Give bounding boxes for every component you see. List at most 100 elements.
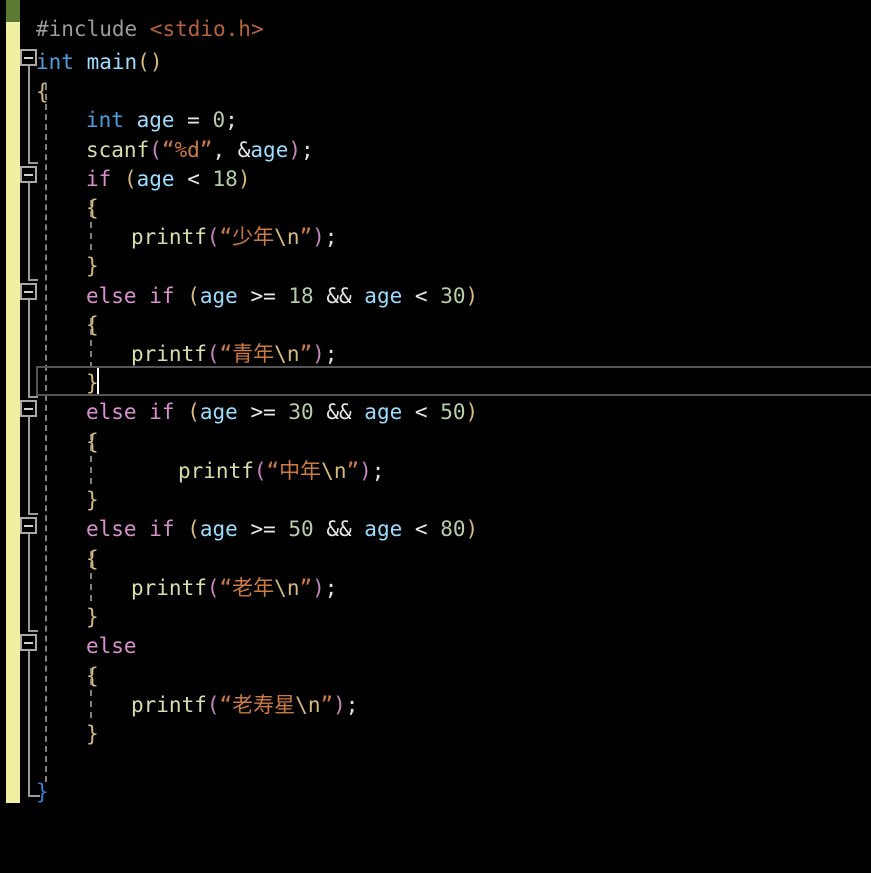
code-text-area[interactable]: #include <stdio.h> int main(){int age = 0… bbox=[0, 0, 871, 873]
code-token: ) bbox=[359, 459, 372, 483]
code-token: scanf bbox=[86, 138, 150, 162]
code-token: 0 bbox=[212, 108, 226, 132]
code-line[interactable]: { bbox=[86, 310, 99, 340]
code-token: ( bbox=[187, 517, 200, 541]
code-token: if bbox=[149, 517, 175, 541]
code-line[interactable]: { bbox=[86, 193, 99, 223]
code-line[interactable]: else if (age >= 18 && age < 30) bbox=[86, 281, 478, 311]
code-line[interactable]: } bbox=[86, 485, 99, 515]
code-token: } bbox=[86, 722, 99, 746]
code-line[interactable]: #include <stdio.h> bbox=[36, 14, 264, 44]
code-token: 18 bbox=[288, 284, 314, 308]
code-token: } bbox=[86, 254, 99, 278]
code-token: ; bbox=[324, 225, 338, 249]
code-token: < bbox=[414, 517, 428, 541]
code-token: ) bbox=[312, 225, 325, 249]
code-token: age bbox=[136, 167, 175, 191]
code-token: \n bbox=[274, 576, 300, 600]
code-token: int bbox=[86, 108, 124, 132]
code-token: “老年 bbox=[219, 576, 275, 600]
code-line[interactable]: int age = 0; bbox=[86, 105, 238, 135]
code-token: if bbox=[86, 167, 112, 191]
code-line[interactable]: { bbox=[86, 661, 99, 691]
code-token: printf bbox=[131, 225, 207, 249]
code-token: >= bbox=[250, 400, 276, 424]
code-token: #include bbox=[36, 17, 150, 41]
code-token: ” bbox=[299, 342, 313, 366]
text-caret bbox=[97, 368, 99, 394]
code-token: = bbox=[174, 108, 213, 132]
code-line[interactable]: } bbox=[86, 251, 99, 281]
code-token: else bbox=[86, 284, 137, 308]
code-line[interactable]: printf(“少年\n”); bbox=[131, 222, 337, 252]
code-token: 30 bbox=[440, 284, 466, 308]
code-line[interactable]: printf(“老寿星\n”); bbox=[131, 690, 358, 720]
code-line[interactable]: { bbox=[36, 77, 49, 107]
code-token: \n bbox=[274, 342, 300, 366]
code-line[interactable]: } bbox=[86, 719, 99, 749]
code-token: , bbox=[212, 138, 238, 162]
code-token: 30 bbox=[288, 400, 314, 424]
code-token: ; bbox=[371, 459, 385, 483]
code-token: if bbox=[149, 400, 175, 424]
code-line[interactable]: printf(“中年\n”); bbox=[178, 456, 384, 486]
code-line[interactable]: if (age < 18) bbox=[86, 164, 250, 194]
code-token: && bbox=[326, 284, 352, 308]
code-token: { bbox=[86, 430, 99, 454]
code-line[interactable]: else if (age >= 30 && age < 50) bbox=[86, 397, 478, 427]
code-token: { bbox=[86, 547, 99, 571]
code-token: ( bbox=[206, 342, 220, 366]
code-token: ( bbox=[206, 225, 220, 249]
code-token: } bbox=[36, 780, 49, 804]
code-token: if bbox=[149, 284, 175, 308]
code-token: <stdio.h> bbox=[149, 17, 264, 41]
code-token: age bbox=[136, 108, 175, 132]
code-token: ) bbox=[465, 400, 479, 424]
code-token: age bbox=[364, 400, 403, 424]
code-token: ) bbox=[237, 167, 251, 191]
code-token: “少年 bbox=[219, 225, 275, 249]
code-token: \n bbox=[295, 693, 321, 717]
code-line[interactable]: printf(“老年\n”); bbox=[131, 573, 337, 603]
code-editor[interactable]: #include <stdio.h> int main(){int age = 0… bbox=[0, 0, 871, 873]
code-line[interactable]: } bbox=[86, 602, 99, 632]
code-line[interactable]: } bbox=[36, 777, 49, 807]
code-token: “老寿星 bbox=[219, 693, 296, 717]
code-line[interactable]: int main() bbox=[36, 47, 162, 77]
code-token: else bbox=[86, 517, 137, 541]
code-line[interactable]: scanf(“%d”, &age); bbox=[86, 135, 314, 165]
code-line[interactable]: else if (age >= 50 && age < 80) bbox=[86, 514, 478, 544]
code-token: { bbox=[86, 664, 99, 688]
code-line[interactable]: else bbox=[86, 631, 137, 661]
code-line[interactable]: { bbox=[86, 544, 99, 574]
code-token: < bbox=[414, 400, 428, 424]
code-token: 18 bbox=[212, 167, 238, 191]
code-token: 80 bbox=[440, 517, 466, 541]
code-token: && bbox=[326, 517, 352, 541]
code-token: ” bbox=[346, 459, 360, 483]
code-line[interactable]: printf(“青年\n”); bbox=[131, 339, 337, 369]
code-token: else bbox=[86, 400, 137, 424]
code-token: age bbox=[199, 400, 238, 424]
code-token: printf bbox=[131, 693, 207, 717]
code-token: age bbox=[199, 517, 238, 541]
code-token: { bbox=[86, 196, 99, 220]
code-token: 50 bbox=[440, 400, 466, 424]
code-line[interactable]: { bbox=[86, 427, 99, 457]
